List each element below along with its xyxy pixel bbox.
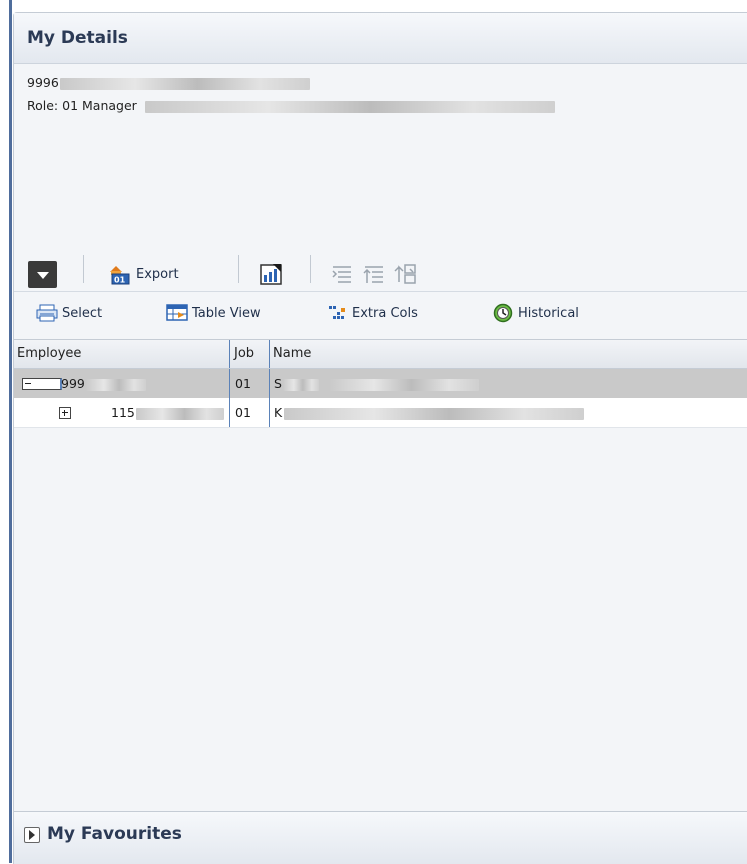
select-label: Select: [62, 305, 103, 321]
column-resize-handle[interactable]: [269, 340, 270, 368]
my-favourites-title: My Favourites: [47, 824, 182, 844]
details-info: 9996 Role: 01 Manager: [27, 71, 555, 117]
toolbar-divider: [238, 255, 239, 283]
table-view-label: Table View: [192, 305, 261, 321]
job-code: 01: [235, 376, 251, 391]
historical-icon: [492, 303, 514, 323]
employee-number: 115: [111, 405, 224, 420]
job-code: 01: [235, 405, 251, 420]
chart-icon[interactable]: [259, 261, 285, 287]
export-icon: 01: [106, 263, 132, 285]
select-icon: [36, 303, 58, 323]
chevron-down-icon[interactable]: [28, 261, 57, 288]
historical-label: Historical: [518, 305, 579, 321]
svg-text:01: 01: [114, 276, 126, 285]
chevron-right-icon[interactable]: [24, 827, 40, 843]
redacted-name: [59, 77, 310, 90]
cell-divider: [229, 369, 230, 398]
extra-cols-icon: [328, 303, 348, 323]
table-row[interactable]: 115 01 K: [14, 398, 747, 428]
table-view-icon: [166, 303, 188, 323]
id-number: 9996: [27, 75, 59, 90]
my-details-title: My Details: [27, 28, 128, 48]
toolbar-divider: [83, 255, 84, 283]
column-header-job[interactable]: Job: [234, 346, 254, 361]
table-header: Employee Job Name: [14, 340, 747, 369]
my-details-header[interactable]: My Details: [14, 13, 747, 64]
extra-cols-label: Extra Cols: [352, 305, 418, 321]
id-line: 9996: [27, 71, 555, 94]
outdent-icon[interactable]: [362, 261, 388, 287]
toolbar-actions: 01 Export: [14, 251, 747, 291]
select-button[interactable]: Select: [36, 302, 102, 324]
employee-number: 999: [61, 376, 146, 391]
employee-table: Employee Job Name 999 01 S 115 01 K: [14, 339, 747, 812]
my-details-panel: My Details 9996 Role: 01 Manager 01 Expo…: [13, 12, 747, 864]
export-button[interactable]: 01 Export: [106, 261, 179, 287]
column-resize-handle[interactable]: [229, 340, 230, 368]
move-icon[interactable]: [394, 261, 420, 287]
toolbar-divider: [310, 255, 311, 283]
cell-divider: [269, 369, 270, 398]
my-favourites-header[interactable]: My Favourites: [14, 812, 747, 864]
table-row[interactable]: 999 01 S: [14, 369, 747, 398]
cell-divider: [269, 398, 270, 427]
employee-name: S: [274, 376, 479, 391]
role-label: Role: 01 Manager: [27, 98, 137, 113]
collapse-icon[interactable]: [22, 378, 62, 390]
indent-icon[interactable]: [330, 261, 356, 287]
export-label: Export: [136, 266, 179, 282]
view-toolbar: Select Table View Extra Cols Historical: [14, 291, 747, 331]
left-strip: [0, 0, 9, 863]
historical-button[interactable]: Historical: [492, 302, 579, 324]
splitter-handle[interactable]: [9, 0, 12, 863]
extra-cols-button[interactable]: Extra Cols: [328, 302, 418, 324]
role-line: Role: 01 Manager: [27, 94, 555, 117]
employee-name: K: [274, 405, 585, 420]
expand-icon[interactable]: [59, 407, 71, 419]
column-header-employee[interactable]: Employee: [17, 346, 81, 361]
cell-divider: [229, 398, 230, 427]
table-view-button[interactable]: Table View: [166, 302, 261, 324]
redacted-role-desc: [144, 100, 555, 113]
column-header-name[interactable]: Name: [273, 346, 311, 361]
